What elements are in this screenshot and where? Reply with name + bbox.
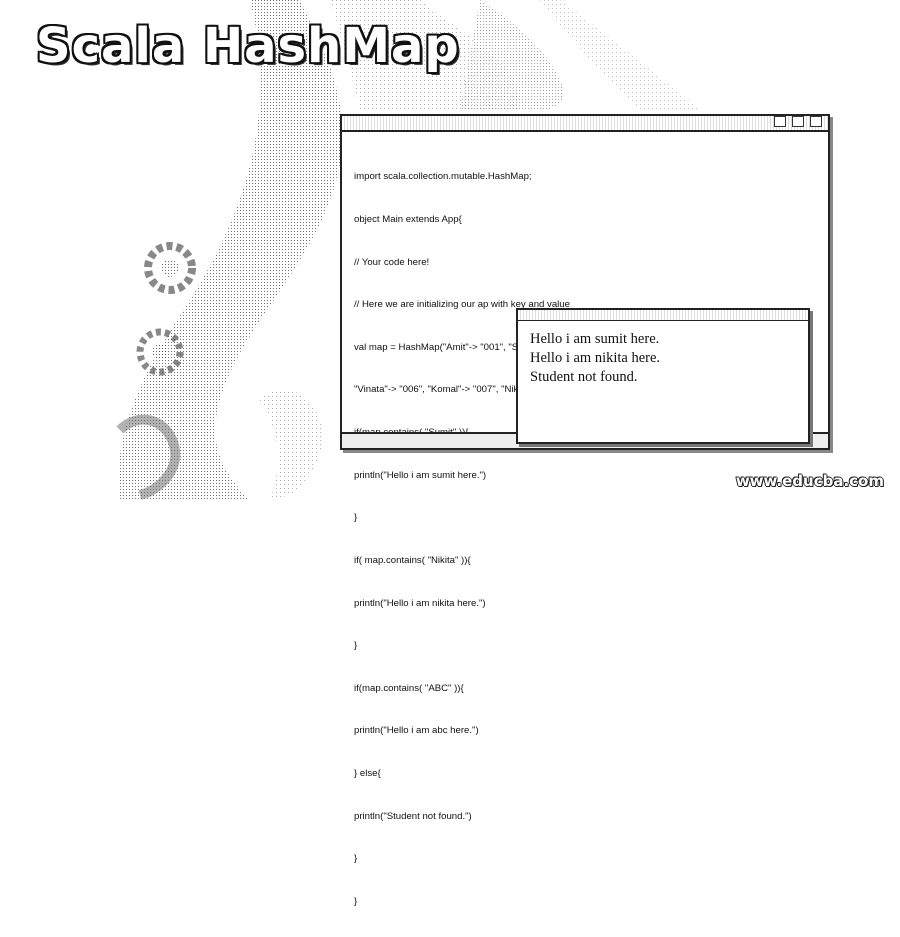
- code-line: if(map.contains( "ABC" )){: [354, 682, 464, 694]
- code-line: }: [354, 640, 358, 652]
- output-line: Hello i am nikita here.: [530, 350, 661, 366]
- code-line: println("Student not found."): [354, 810, 472, 822]
- output-line: Student not found.: [530, 369, 638, 385]
- output-window-titlebar: [518, 310, 808, 321]
- code-line: println("Hello i am nikita here."): [354, 597, 486, 609]
- code-window-titlebar: [342, 116, 828, 132]
- code-text: import scala.collection.mutable.HashMap;…: [354, 142, 820, 937]
- output-window: Hello i am sumit here. Hello i am nikita…: [516, 308, 810, 444]
- watermark: www.educba.com: [735, 472, 884, 490]
- maximize-icon[interactable]: [792, 116, 804, 127]
- code-line: println("Hello i am abc here."): [354, 725, 479, 737]
- code-line: }: [354, 853, 358, 865]
- output-line: Hello i am sumit here.: [530, 331, 660, 347]
- output-text: Hello i am sumit here. Hello i am nikita…: [530, 330, 660, 387]
- code-line: // Your code here!: [354, 256, 430, 268]
- window-controls: [774, 116, 822, 127]
- minimize-icon[interactable]: [774, 116, 786, 127]
- code-line: } else{: [354, 767, 381, 779]
- code-line: }: [354, 512, 358, 524]
- close-icon[interactable]: [810, 116, 822, 127]
- page-title: Scala HashMap: [36, 18, 460, 74]
- code-line: }: [354, 895, 358, 907]
- code-line: object Main extends App{: [354, 214, 462, 226]
- code-line: if( map.contains( "Nikita" )){: [354, 554, 471, 566]
- code-line: import scala.collection.mutable.HashMap;: [354, 171, 532, 183]
